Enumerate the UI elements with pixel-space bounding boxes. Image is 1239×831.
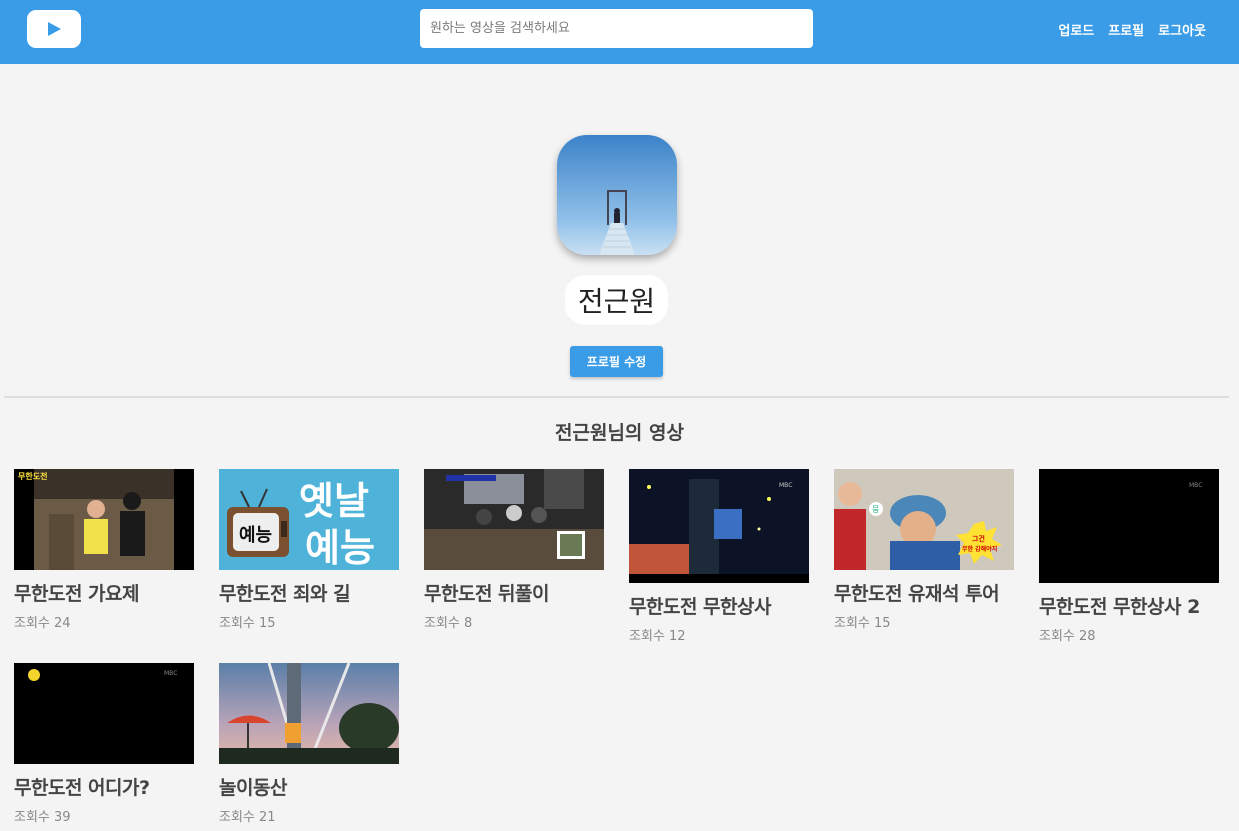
video-thumbnail[interactable] [219, 663, 399, 764]
video-title[interactable]: 무한도전 가요제 [14, 579, 194, 606]
video-thumbnail[interactable] [424, 469, 604, 570]
thumb-title-line1: 옛날 [299, 479, 369, 523]
video-thumbnail[interactable]: 예능 옛날 예능 [219, 469, 399, 570]
video-views: 조회수 39 [14, 810, 71, 825]
video-thumbnail[interactable]: MBC [629, 469, 809, 583]
header-nav: 업로드 프로필 로그아웃 [1058, 20, 1206, 39]
search-input[interactable] [420, 9, 813, 48]
video-card[interactable]: 뭉 그건 무한 감해야지 무한도전 유재석 투어 조회수 15 [834, 469, 1014, 631]
edit-profile-button[interactable]: 프로필 수정 [570, 346, 663, 377]
profile-avatar [557, 135, 677, 255]
video-views: 조회수 12 [629, 629, 686, 644]
video-thumbnail[interactable]: MBC [1039, 469, 1219, 583]
video-views: 조회수 15 [219, 616, 276, 631]
video-title[interactable]: 놀이동산 [219, 773, 399, 800]
video-card[interactable]: 무한도전 무한도전 가요제 조회수 24 [14, 469, 194, 631]
thumb-logo-text: 무한도전 [18, 471, 47, 481]
home-logo-button[interactable] [27, 10, 81, 48]
play-icon [48, 22, 61, 36]
thumb-mbc-text: MBC [164, 670, 177, 677]
upload-link[interactable]: 업로드 [1058, 20, 1094, 39]
video-views: 조회수 24 [14, 616, 71, 631]
video-views: 조회수 21 [219, 810, 276, 825]
video-thumbnail[interactable]: 무한도전 [14, 469, 194, 570]
thumb-mbc-text: MBC [779, 482, 792, 489]
video-card[interactable]: MBC 무한도전 어디가? 조회수 39 [14, 663, 194, 825]
video-title[interactable]: 무한도전 뒤풀이 [424, 579, 604, 606]
video-card[interactable]: 예능 옛날 예능 무한도전 죄와 길 조회수 15 [219, 469, 399, 631]
video-card[interactable]: 놀이동산 조회수 21 [219, 663, 399, 825]
video-title[interactable]: 무한도전 어디가? [14, 773, 194, 800]
profile-name: 전근원 [565, 275, 668, 325]
section-divider [4, 396, 1229, 398]
video-card[interactable]: 무한도전 뒤풀이 조회수 8 [424, 469, 604, 631]
thumb-sign-text: 뭉 [872, 505, 879, 514]
profile-link[interactable]: 프로필 [1108, 20, 1144, 39]
video-views: 조회수 8 [424, 616, 473, 631]
video-card[interactable]: MBC 무한도전 무한상사 조회수 12 [629, 469, 809, 644]
video-card[interactable]: MBC 무한도전 무한상사 2 조회수 28 [1039, 469, 1219, 644]
thumb-title-line2: 예능 [305, 526, 375, 570]
thumb-mbc-text: MBC [1189, 482, 1202, 489]
video-title[interactable]: 무한도전 무한상사 [629, 592, 809, 619]
videos-section-title: 전근원님의 영상 [555, 422, 684, 444]
logout-link[interactable]: 로그아웃 [1158, 20, 1206, 39]
video-thumbnail[interactable]: MBC [14, 663, 194, 764]
video-title[interactable]: 무한도전 무한상사 2 [1039, 592, 1219, 619]
video-views: 조회수 28 [1039, 629, 1096, 644]
video-title[interactable]: 무한도전 죄와 길 [219, 579, 399, 606]
top-header: 업로드 프로필 로그아웃 [0, 0, 1239, 64]
thumb-badge-text: 무한 감해야지 [962, 545, 997, 553]
video-views: 조회수 15 [834, 616, 891, 631]
video-thumbnail[interactable]: 뭉 그건 무한 감해야지 [834, 469, 1014, 570]
video-title[interactable]: 무한도전 유재석 투어 [834, 579, 1014, 606]
thumb-tv-text: 예능 [239, 525, 272, 546]
thumb-badge-text: 그건 [972, 534, 985, 543]
